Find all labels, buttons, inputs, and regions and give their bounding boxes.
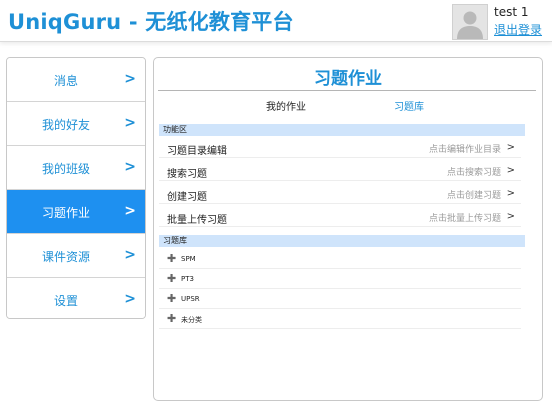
plus-icon: ✚: [167, 252, 177, 265]
username: test 1: [494, 5, 529, 19]
bank-item-label: PT3: [181, 275, 194, 283]
row-hint: 点击批量上传习题: [428, 214, 501, 224]
page-title: 习题作业: [314, 69, 382, 89]
chevron-right-icon: >: [506, 142, 515, 153]
bank-item-uncategorized[interactable]: ✚ 未分类: [159, 311, 521, 329]
chevron-right-icon: >: [124, 203, 136, 219]
chevron-right-icon: >: [124, 71, 136, 87]
plus-icon: ✚: [167, 272, 177, 285]
chevron-right-icon: >: [124, 115, 136, 131]
batch-upload-row[interactable]: 批量上传习题 点击批量上传习题 >: [159, 208, 521, 227]
row-hint: 点击搜索习题: [446, 168, 501, 178]
edit-catalog-row[interactable]: 习题目录编辑 点击编辑作业目录 >: [159, 139, 521, 158]
row-hint: 点击编辑作业目录: [428, 145, 501, 155]
title-divider: [158, 90, 536, 91]
chevron-right-icon: >: [506, 188, 515, 199]
sidebar-item-settings[interactable]: 设置 >: [7, 278, 145, 318]
sidebar-item-messages[interactable]: 消息 >: [7, 58, 145, 102]
sidebar-item-label: 我的班级: [41, 162, 90, 176]
plus-icon: ✚: [167, 312, 177, 325]
row-hint: 点击创建习题: [446, 191, 501, 201]
homework-panel: 习题作业 我的作业 习题库 功能区 习题目录编辑 点击编辑作业目录 > 搜索习题…: [153, 57, 543, 401]
bank-item-spm[interactable]: ✚ SPM: [159, 251, 521, 269]
bank-section-header: 习题库: [159, 235, 525, 247]
row-name: 搜索习题: [167, 169, 207, 180]
chevron-right-icon: >: [124, 291, 136, 307]
sidebar-item-label: 设置: [53, 294, 78, 308]
bank-item-label: 未分类: [181, 316, 202, 324]
sidebar-item-classes[interactable]: 我的班级 >: [7, 146, 145, 190]
app-title: UniqGuru - 无纸化教育平台: [8, 10, 294, 34]
sidebar-item-courseware[interactable]: 课件资源 >: [7, 234, 145, 278]
sidebar-item-homework[interactable]: 习题作业 >: [7, 190, 145, 234]
logout-link[interactable]: 退出登录: [494, 21, 542, 38]
tab-my-homework[interactable]: 我的作业: [266, 98, 306, 113]
row-name: 习题目录编辑: [167, 146, 227, 157]
search-questions-row[interactable]: 搜索习题 点击搜索习题 >: [159, 162, 521, 181]
sidebar-item-friends[interactable]: 我的好友 >: [7, 102, 145, 146]
plus-icon: ✚: [167, 292, 177, 305]
app-header: UniqGuru - 无纸化教育平台 test 1 退出登录: [0, 0, 552, 42]
row-name: 批量上传习题: [167, 215, 227, 226]
bank-item-upsr[interactable]: ✚ UPSR: [159, 291, 521, 309]
create-question-row[interactable]: 创建习题 点击创建习题 >: [159, 185, 521, 204]
bank-item-label: UPSR: [181, 295, 200, 303]
function-section-header: 功能区: [159, 124, 525, 136]
user-avatar-icon[interactable]: [452, 4, 488, 40]
sidebar-item-label: 消息: [53, 74, 78, 88]
chevron-right-icon: >: [506, 165, 515, 176]
sidebar-item-label: 习题作业: [41, 206, 90, 220]
bank-item-label: SPM: [181, 255, 196, 263]
bank-item-pt3[interactable]: ✚ PT3: [159, 271, 521, 289]
sidebar-item-label: 我的好友: [41, 118, 90, 132]
chevron-right-icon: >: [506, 211, 515, 222]
chevron-right-icon: >: [124, 159, 136, 175]
sidebar-item-label: 课件资源: [41, 250, 90, 264]
tab-question-bank[interactable]: 习题库: [394, 98, 424, 113]
chevron-right-icon: >: [124, 247, 136, 263]
sidebar-nav: 消息 > 我的好友 > 我的班级 > 习题作业 > 课件资源 > 设置 >: [6, 57, 146, 319]
row-name: 创建习题: [167, 192, 207, 203]
